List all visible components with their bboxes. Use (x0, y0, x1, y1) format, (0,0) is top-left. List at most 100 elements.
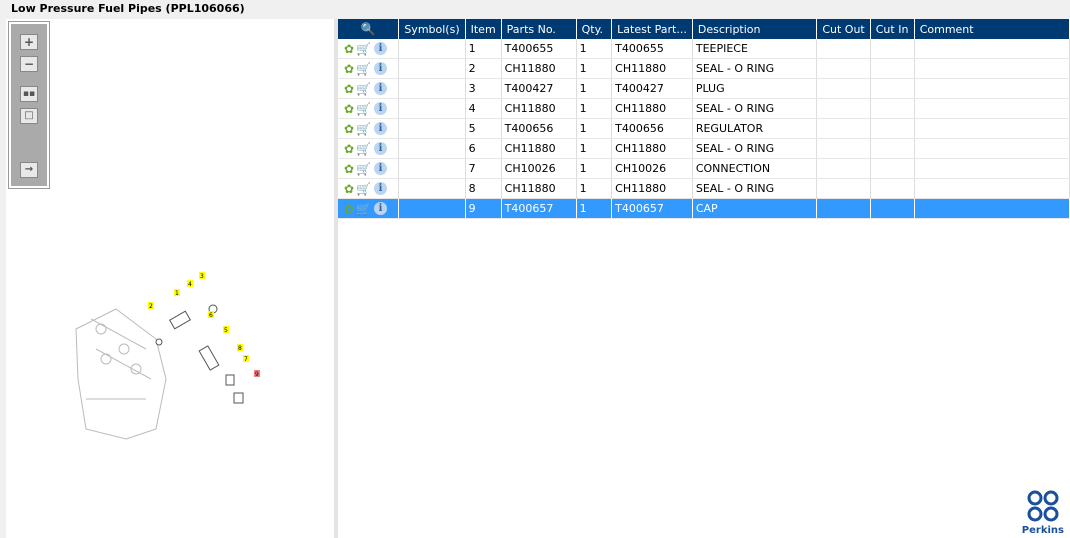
cell-comment (914, 78, 1070, 99)
gear-icon[interactable]: ✿ (344, 142, 354, 156)
cell-desc: SEAL - O RING (692, 58, 818, 79)
column-search-icon[interactable]: 🔍 (338, 19, 400, 39)
callout-label[interactable]: 7 (244, 356, 248, 363)
gear-icon[interactable]: ✿ (344, 182, 354, 196)
row-actions: ✿ 🛒 i (338, 78, 400, 99)
cell-cut-out (816, 39, 871, 59)
search-icon[interactable]: 🔍 (361, 22, 376, 36)
gear-icon[interactable]: ✿ (344, 102, 354, 116)
callout-label[interactable]: 1 (175, 290, 179, 297)
cell-qty: 1 (576, 58, 613, 79)
exploded-parts-diagram[interactable]: 1 2 3 4 5 6 78 9 (6, 19, 334, 538)
cell-symbols (398, 178, 466, 199)
cell-item: 5 (465, 118, 502, 139)
callout-label[interactable]: 9 (255, 371, 259, 378)
cell-cut-out (816, 158, 871, 179)
column-header[interactable]: Qty. (576, 19, 613, 39)
callout-label[interactable]: 6 (209, 312, 213, 319)
cell-latest: CH11880 (611, 178, 693, 199)
cell-item: 3 (465, 78, 502, 99)
cell-latest: CH11880 (611, 98, 693, 119)
info-icon[interactable]: i (374, 122, 388, 135)
cell-latest: CH10026 (611, 158, 693, 179)
cell-part: CH10026 (501, 158, 577, 179)
cell-symbols (398, 198, 466, 219)
page-title: Low Pressure Fuel Pipes (PPL106066) (11, 2, 245, 15)
table-row[interactable]: ✿ 🛒 i 6 CH11880 1 CH11880 SEAL - O RING (338, 138, 1070, 159)
cell-symbols (398, 58, 466, 79)
callout-label[interactable]: 8 (238, 345, 242, 352)
cell-cut-out (816, 58, 871, 79)
info-icon[interactable]: i (374, 202, 388, 215)
diagram-pane[interactable]: + − ▪▪ □ → 123456789 (6, 19, 334, 538)
column-header[interactable]: Item (465, 19, 502, 39)
cart-icon[interactable]: 🛒 (356, 122, 371, 136)
cell-latest: T400656 (611, 118, 693, 139)
gear-icon[interactable]: ✿ (344, 162, 354, 176)
table-row[interactable]: ✿ 🛒 i 1 T400655 1 T400655 TEEPIECE (338, 39, 1070, 59)
cell-item: 9 (465, 198, 502, 219)
cell-symbols (398, 39, 466, 59)
table-row[interactable]: ✿ 🛒 i 5 T400656 1 T400656 REGULATOR (338, 118, 1070, 139)
column-header[interactable]: Parts No. (501, 19, 577, 39)
cell-comment (914, 39, 1070, 59)
cart-icon[interactable]: 🛒 (356, 102, 371, 116)
cell-desc: REGULATOR (692, 118, 818, 139)
callout-label[interactable]: 2 (149, 303, 153, 310)
cell-desc: TEEPIECE (692, 39, 818, 59)
cart-icon[interactable]: 🛒 (356, 182, 371, 196)
table-row[interactable]: ✿ 🛒 i 7 CH10026 1 CH10026 CONNECTION (338, 158, 1070, 179)
cell-cut-in (870, 98, 915, 119)
info-icon[interactable]: i (374, 62, 388, 75)
column-header[interactable]: Cut In (870, 19, 915, 39)
cell-part: T400657 (501, 198, 577, 219)
gear-icon[interactable]: ✿ (344, 62, 354, 76)
cell-cut-in (870, 138, 915, 159)
cell-symbols (398, 158, 466, 179)
row-actions: ✿ 🛒 i (338, 178, 400, 199)
column-header[interactable]: Latest Part... (611, 19, 693, 39)
cart-icon[interactable]: 🛒 (356, 42, 371, 56)
table-row[interactable]: ✿ 🛒 i 8 CH11880 1 CH11880 SEAL - O RING (338, 178, 1070, 199)
cell-cut-in (870, 58, 915, 79)
gear-icon[interactable]: ✿ (344, 122, 354, 136)
callout-label[interactable]: 3 (200, 273, 204, 280)
cell-qty: 1 (576, 118, 613, 139)
info-icon[interactable]: i (374, 82, 388, 95)
gear-icon[interactable]: ✿ (344, 82, 354, 96)
cell-item: 6 (465, 138, 502, 159)
cell-part: CH11880 (501, 138, 577, 159)
gear-icon[interactable]: ✿ (344, 42, 354, 56)
cart-icon[interactable]: 🛒 (356, 142, 371, 156)
cell-cut-out (816, 98, 871, 119)
cart-icon[interactable]: 🛒 (356, 82, 371, 96)
cell-symbols (398, 98, 466, 119)
callout-label[interactable]: 4 (188, 281, 192, 288)
table-row[interactable]: ✿ 🛒 i 3 T400427 1 T400427 PLUG (338, 78, 1070, 99)
column-header[interactable]: Symbol(s) (398, 19, 466, 39)
cell-cut-out (816, 78, 871, 99)
column-header[interactable]: Description (692, 19, 818, 39)
row-actions: ✿ 🛒 i (338, 118, 400, 139)
cart-icon[interactable]: 🛒 (356, 162, 371, 176)
cell-comment (914, 138, 1070, 159)
info-icon[interactable]: i (374, 162, 388, 175)
cart-icon[interactable]: 🛒 (356, 202, 371, 216)
table-row[interactable]: ✿ 🛒 i 4 CH11880 1 CH11880 SEAL - O RING (338, 98, 1070, 119)
cell-cut-in (870, 178, 915, 199)
callout-label[interactable]: 5 (224, 327, 228, 334)
gear-icon[interactable]: ✿ (344, 202, 354, 216)
info-icon[interactable]: i (374, 42, 388, 55)
info-icon[interactable]: i (374, 142, 388, 155)
cell-cut-out (816, 118, 871, 139)
cell-qty: 1 (576, 98, 613, 119)
info-icon[interactable]: i (374, 182, 388, 195)
info-icon[interactable]: i (374, 102, 388, 115)
cell-item: 2 (465, 58, 502, 79)
column-header[interactable]: Cut Out (816, 19, 871, 39)
table-row[interactable]: ✿ 🛒 i 2 CH11880 1 CH11880 SEAL - O RING (338, 58, 1070, 79)
table-row[interactable]: ✿ 🛒 i 9 T400657 1 T400657 CAP (338, 198, 1070, 219)
cell-comment (914, 178, 1070, 199)
column-header[interactable]: Comment (914, 19, 1070, 39)
cart-icon[interactable]: 🛒 (356, 62, 371, 76)
